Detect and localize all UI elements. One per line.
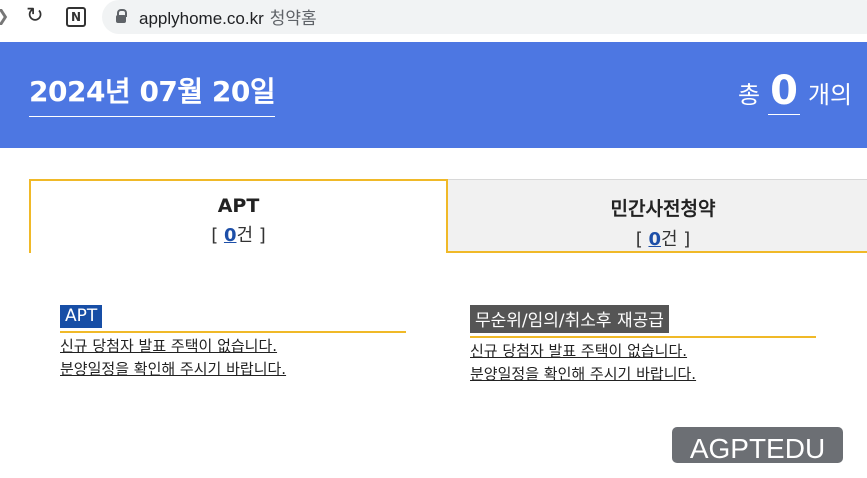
section-divider [60,331,406,333]
section-divider [470,336,816,338]
date-banner: 2024년 07월 20일 총 0 개의 [0,42,867,148]
tab-apt-title: APT [217,195,260,217]
tab-apt-count-close: 건 ] [236,225,266,246]
section-resupply-message-1[interactable]: 신규 당첨자 발표 주택이 없습니다. [470,340,687,363]
tab-private-count-close: 건 ] [660,229,691,250]
tab-private-presale-count: [ 0건 ] [448,225,867,251]
section-apt: APT 신규 당첨자 발표 주택이 없습니다. 분양일정을 확인해 주시기 바랍… [60,305,406,381]
section-apt-message-1[interactable]: 신규 당첨자 발표 주택이 없습니다. [60,335,277,358]
section-resupply: 무순위/임의/취소후 재공급 신규 당첨자 발표 주택이 없습니다. 분양일정을… [470,305,816,386]
back-arrow-icon[interactable]: ❯ [0,6,9,26]
browser-toolbar: ❯ ↻ N applyhome.co.kr 청약홈 [0,0,867,40]
tab-private-count-number: 0 [648,229,661,250]
section-resupply-label: 무순위/임의/취소후 재공급 [470,305,669,333]
total-suffix: 개의 [807,81,853,109]
reload-icon[interactable]: ↻ [26,5,44,26]
tab-apt-count: [ 0건 ] [31,221,446,247]
watermark-badge: AGPTEDU [672,427,843,463]
url-page-title: 청약홈 [269,9,317,28]
section-apt-label: APT [60,305,103,328]
tab-apt[interactable]: APT [ 0건 ] [29,179,448,253]
tab-apt-count-open: [ [211,225,224,246]
tab-apt-count-number: 0 [223,225,237,246]
total-count-number: 0 [768,68,800,115]
naver-extension-icon[interactable]: N [66,7,86,27]
tab-private-presale-title: 민간사전청약 [610,198,716,220]
total-prefix: 총 [738,81,761,109]
tab-private-presale[interactable]: 민간사전청약 [ 0건 ] [448,179,867,253]
lock-icon[interactable] [116,9,127,23]
url-text[interactable]: applyhome.co.kr 청약홈 [139,4,317,29]
tab-private-count-open: [ [635,229,649,250]
total-count-display: 총 0 개의 [738,68,852,115]
url-domain: applyhome.co.kr [139,9,264,28]
section-apt-message-2[interactable]: 분양일정을 확인해 주시기 바랍니다. [60,358,286,381]
banner-date: 2024년 07월 20일 [29,70,276,117]
section-resupply-message-2[interactable]: 분양일정을 확인해 주시기 바랍니다. [470,363,696,386]
